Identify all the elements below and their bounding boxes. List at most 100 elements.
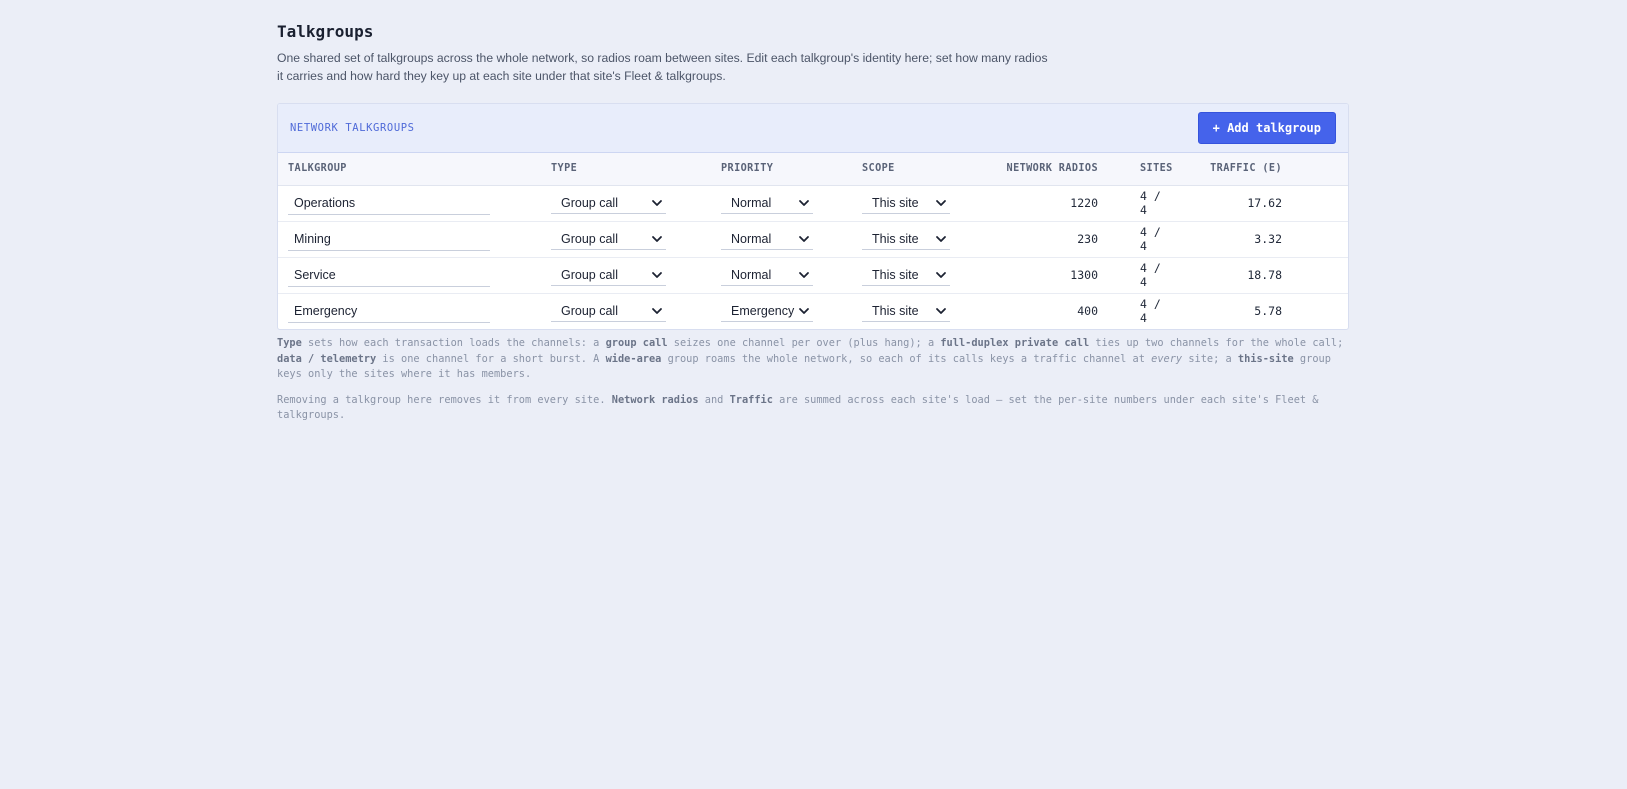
chevron-down-icon xyxy=(936,235,946,242)
cell-priority: Normal xyxy=(711,185,852,221)
type-select[interactable]: Group call xyxy=(551,228,666,250)
cell-traffic: 17.62 xyxy=(1247,196,1282,210)
cell-type: Group call xyxy=(541,185,711,221)
type-value: Group call xyxy=(561,267,618,282)
cell-scope: This site xyxy=(852,221,972,257)
cell-network-radios: 1220 xyxy=(1070,196,1098,210)
col-actions xyxy=(1292,153,1348,185)
panel-header: NETWORK TALKGROUPS + Add talkgroup xyxy=(278,104,1348,153)
chevron-down-icon xyxy=(936,271,946,278)
cell-actions xyxy=(1292,221,1348,257)
priority-select[interactable]: Normal xyxy=(721,192,813,214)
note-text: Removing a talkgroup here removes it fro… xyxy=(277,393,612,406)
cell-sites: 4 / 4 xyxy=(1140,297,1161,326)
scope-select[interactable]: This site xyxy=(862,264,950,286)
scope-select[interactable]: This site xyxy=(862,192,950,214)
note-text: ties up two channels for the whole call; xyxy=(1089,337,1344,349)
chevron-down-icon xyxy=(799,307,809,314)
col-network-radios: NETWORK RADIOS xyxy=(1006,163,1098,175)
add-talkgroup-button[interactable]: + Add talkgroup xyxy=(1197,112,1336,144)
cell-network-radios: 230 xyxy=(1077,232,1098,246)
note-term-group-call: group call xyxy=(605,337,668,349)
cell-sites: 4 / 4 xyxy=(1140,225,1161,253)
table-header-row: TALKGROUP TYPE PRIORITY SCOPE NETWORK RA… xyxy=(278,153,1348,185)
note-term-traffic: Traffic xyxy=(729,393,773,406)
cell-network-radios: 1300 xyxy=(1070,268,1098,282)
type-note: Type sets how each transaction loads the… xyxy=(277,336,1349,383)
chevron-down-icon xyxy=(799,199,809,206)
scope-value: This site xyxy=(872,231,919,246)
note-text: group roams the whole network, so each o… xyxy=(661,352,1152,365)
type-select[interactable]: Group call xyxy=(551,264,666,286)
cell-type: Group call xyxy=(541,257,711,293)
cell-talkgroup xyxy=(278,293,541,329)
col-scope: SCOPE xyxy=(862,163,895,175)
scope-value: This site xyxy=(872,303,919,318)
talkgroups-page: Talkgroups One shared set of talkgroups … xyxy=(277,18,1349,434)
talkgroups-table-body: Group call Normal This site 1220 4 / 4 17.62 G… xyxy=(278,185,1348,329)
cell-scope: This site xyxy=(852,257,972,293)
page-title: Talkgroups xyxy=(277,22,374,41)
cell-traffic: 5.78 xyxy=(1254,304,1282,319)
cell-scope: This site xyxy=(852,185,972,221)
type-select[interactable]: Group call xyxy=(551,192,666,214)
cell-sites: 4 / 4 xyxy=(1140,189,1161,217)
cell-talkgroup xyxy=(278,221,541,257)
talkgroups-table: TALKGROUP TYPE PRIORITY SCOPE NETWORK RA… xyxy=(278,153,1348,329)
col-talkgroup: TALKGROUP xyxy=(288,163,347,175)
priority-select[interactable]: Emergency xyxy=(721,300,813,323)
cell-traffic: 18.78 xyxy=(1247,268,1282,282)
cell-actions xyxy=(1292,185,1348,221)
chevron-down-icon xyxy=(652,199,662,206)
talkgroup-name-input[interactable] xyxy=(288,191,490,215)
cell-priority: Emergency xyxy=(711,293,852,329)
cell-sites: 4 / 4 xyxy=(1140,261,1161,289)
note-text: is one channel for a short burst. A xyxy=(376,352,606,365)
note-term-full-duplex: full-duplex private call xyxy=(940,337,1090,349)
note-term-wide-area: wide-area xyxy=(605,352,662,365)
chevron-down-icon xyxy=(799,235,809,242)
help-notes: Type sets how each transaction loads the… xyxy=(277,336,1349,424)
note-emphasis-every: every xyxy=(1151,352,1183,365)
priority-select[interactable]: Normal xyxy=(721,228,813,250)
note-term-type: Type xyxy=(277,337,302,349)
cell-scope: This site xyxy=(852,293,972,329)
note-text: site; a xyxy=(1182,352,1238,365)
talkgroup-name-input[interactable] xyxy=(288,227,490,251)
scope-value: This site xyxy=(872,195,919,210)
type-value: Group call xyxy=(561,195,618,210)
talkgroup-name-input[interactable] xyxy=(288,263,490,287)
cell-network-radios: 400 xyxy=(1077,304,1098,319)
type-value: Group call xyxy=(561,303,618,318)
cell-actions xyxy=(1292,293,1348,329)
cell-type: Group call xyxy=(541,221,711,257)
type-select[interactable]: Group call xyxy=(551,300,666,323)
cell-actions xyxy=(1292,257,1348,293)
note-text: and xyxy=(698,393,730,406)
col-type: TYPE xyxy=(551,163,578,175)
chevron-down-icon xyxy=(652,307,662,314)
priority-value: Normal xyxy=(731,231,772,246)
note-text: seizes one channel per over (plus hang);… xyxy=(667,337,941,349)
priority-value: Emergency xyxy=(731,303,795,318)
type-value: Group call xyxy=(561,231,618,246)
priority-value: Normal xyxy=(731,195,772,210)
cell-talkgroup xyxy=(278,257,541,293)
scope-value: This site xyxy=(872,267,919,282)
talkgroup-name-input[interactable] xyxy=(288,299,490,323)
col-priority: PRIORITY xyxy=(721,163,774,175)
col-traffic: TRAFFIC (E) xyxy=(1210,163,1282,175)
table-row: Group call Normal This site 230 4 / 4 3.32 xyxy=(278,221,1348,257)
cell-traffic: 3.32 xyxy=(1254,232,1282,246)
scope-select[interactable]: This site xyxy=(862,228,950,250)
cell-type: Group call xyxy=(541,293,711,329)
note-term-network-radios: Network radios xyxy=(611,393,699,406)
priority-select[interactable]: Normal xyxy=(721,264,813,286)
cell-priority: Normal xyxy=(711,221,852,257)
page-description: One shared set of talkgroups across the … xyxy=(277,51,1048,83)
table-row: Group call Emergency This site 400 4 / 4 5.78 xyxy=(278,293,1348,329)
chevron-down-icon xyxy=(652,271,662,278)
note-term-data: data / telemetry xyxy=(277,352,377,365)
scope-select[interactable]: This site xyxy=(862,300,950,323)
cell-talkgroup xyxy=(278,185,541,221)
